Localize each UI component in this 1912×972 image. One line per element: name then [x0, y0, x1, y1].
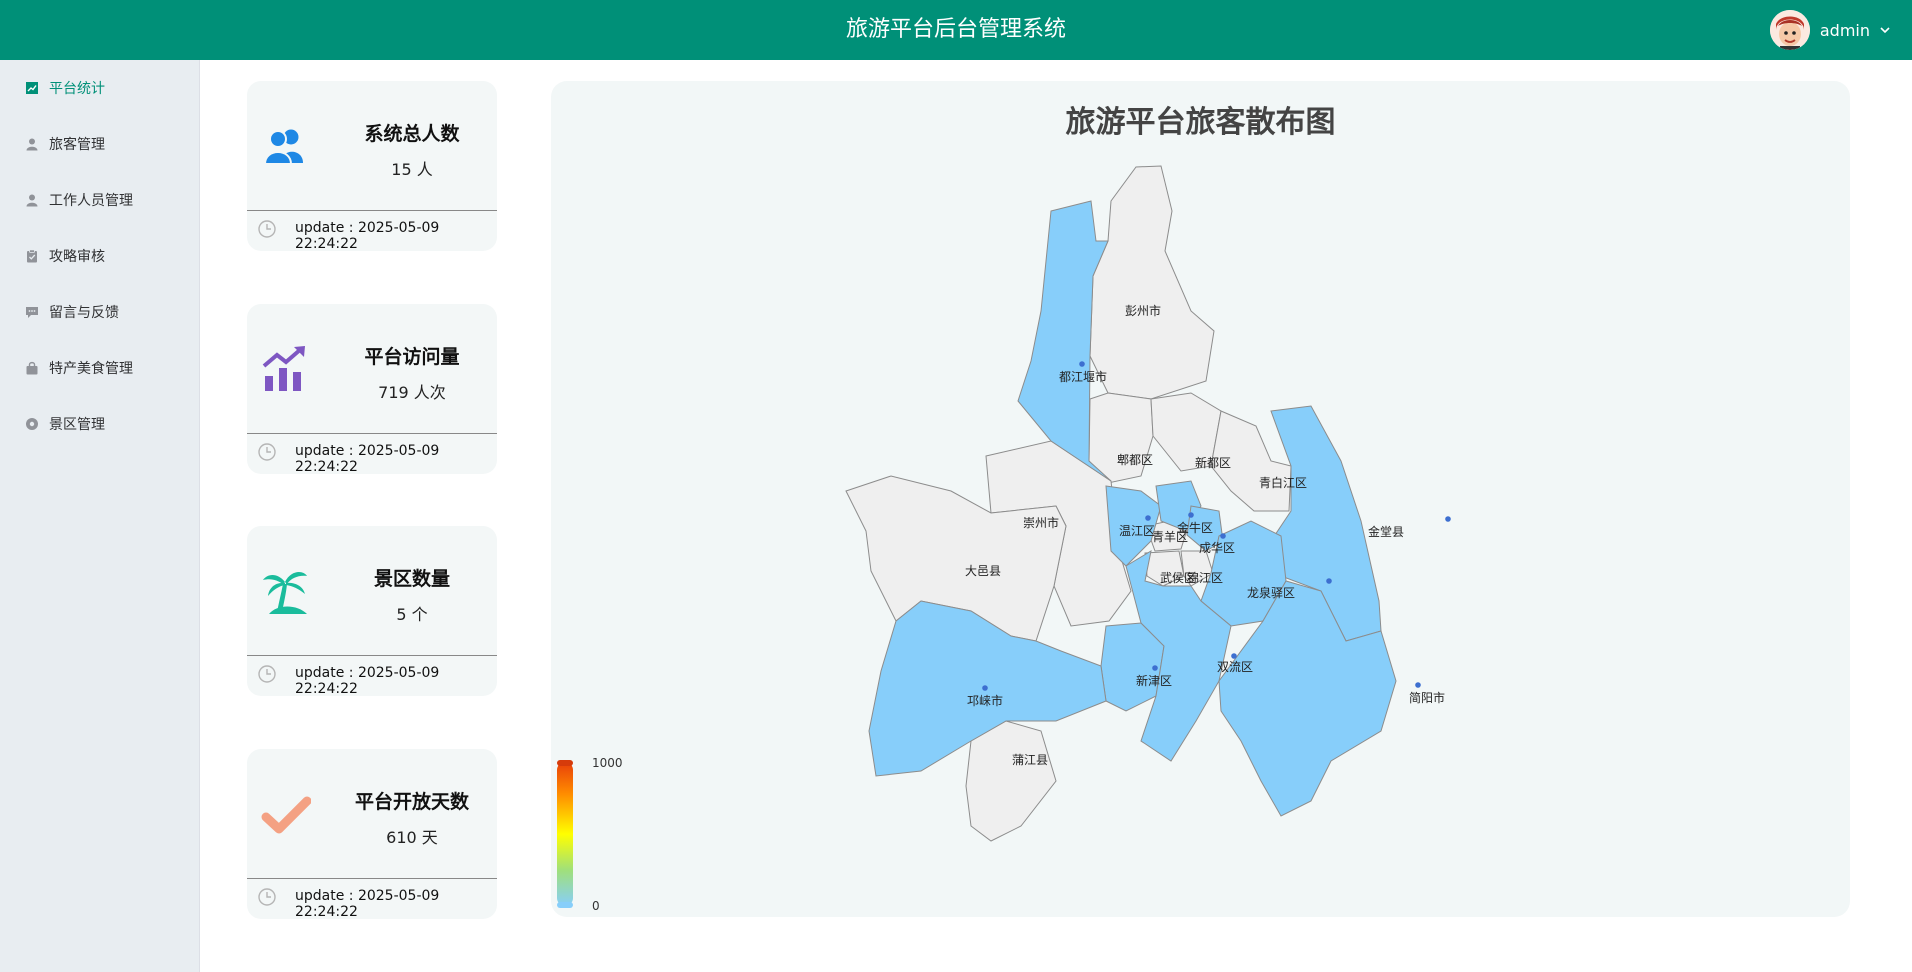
- region-label: 邛崃市: [967, 693, 1003, 708]
- card-value: 719 人次: [378, 383, 446, 402]
- region-label: 郫都区: [1117, 452, 1153, 467]
- map-point: [1145, 515, 1151, 521]
- card-divider: [247, 433, 497, 434]
- card-divider: [247, 210, 497, 211]
- region-label: 崇州市: [1023, 515, 1059, 530]
- card-value: 15 人: [391, 160, 433, 179]
- user-icon: [24, 136, 40, 152]
- legend-min-label: 0: [592, 899, 600, 913]
- map-point: [1152, 665, 1158, 671]
- visual-map-legend[interactable]: [557, 760, 573, 908]
- users-icon: [263, 129, 303, 165]
- sidebar-item-label: 特产美食管理: [49, 361, 133, 377]
- card-value: 610 天: [386, 828, 438, 847]
- sidebar-item-label: 留言与反馈: [49, 305, 119, 321]
- card-title: 平台访问量: [364, 346, 460, 368]
- region-label: 简阳市: [1409, 690, 1445, 705]
- clock-icon: [258, 888, 276, 906]
- sidebar-item-label: 平台统计: [49, 81, 105, 97]
- clock-icon: [258, 220, 276, 238]
- sidebar-item-scenic-spots[interactable]: 景区管理: [0, 396, 199, 452]
- app-title: 旅游平台后台管理系统: [845, 17, 1066, 42]
- chevron-down-icon[interactable]: [1878, 23, 1892, 37]
- sidebar: 平台统计 旅客管理 工作人员管理 攻略审核 留言与反馈 特产美食管理 景区管理: [0, 60, 200, 972]
- top-header: 旅游平台后台管理系统 admin: [0, 0, 1912, 60]
- region-label: 都江堰市: [1059, 369, 1107, 384]
- card-divider: [247, 878, 497, 879]
- card-update-time: update : 2025-05-09 22:24:22: [295, 888, 440, 919]
- chart-icon: [24, 80, 40, 96]
- avatar[interactable]: [1769, 10, 1810, 50]
- sidebar-item-staff[interactable]: 工作人员管理: [0, 172, 199, 228]
- compass-icon: [24, 416, 40, 432]
- region-label: 蒲江县: [1012, 753, 1048, 767]
- map-point: [1188, 512, 1194, 518]
- bag-icon: [24, 360, 40, 376]
- region-label: 金堂县: [1368, 524, 1404, 539]
- sidebar-item-label: 攻略审核: [49, 249, 105, 265]
- legend-max-label: 1000: [592, 756, 623, 770]
- card-update-time: update : 2025-05-09 22:24:22: [295, 220, 440, 251]
- region-label: 新津区: [1136, 673, 1172, 688]
- region-label: 龙泉驿区: [1247, 586, 1295, 600]
- chengdu-map[interactable]: 彭州市 都江堰市 郫都区 新都区 青白江区 崇州市 温江区 金牛区 青羊区 成华…: [551, 81, 1850, 917]
- region-label: 青羊区: [1152, 529, 1188, 544]
- map-point: [1445, 516, 1451, 522]
- sidebar-item-specialty-food[interactable]: 特产美食管理: [0, 340, 199, 396]
- sidebar-item-label: 景区管理: [49, 417, 105, 433]
- card-title: 景区数量: [373, 568, 450, 590]
- region-label: 青白江区: [1259, 475, 1307, 490]
- region-label: 成华区: [1199, 541, 1235, 555]
- card-update-time: update : 2025-05-09 22:24:22: [295, 665, 440, 696]
- region-pujiang[interactable]: [965, 720, 1057, 842]
- region-label: 大邑县: [965, 564, 1001, 578]
- message-icon: [24, 304, 40, 320]
- map-point: [982, 685, 988, 691]
- stat-card-visits: 平台访问量 719 人次 update : 2025-05-09 22:24:2…: [247, 304, 497, 474]
- region-label: 锦江区: [1187, 571, 1223, 585]
- stat-card-total-users: 系统总人数 15 人 update : 2025-05-09 22:24:22: [247, 81, 497, 251]
- avatar-icon: [1769, 10, 1810, 50]
- sidebar-item-guide-review[interactable]: 攻略审核: [0, 228, 199, 284]
- card-title: 系统总人数: [364, 123, 460, 145]
- region-label: 双流区: [1217, 660, 1253, 674]
- card-value: 5 个: [396, 605, 428, 624]
- sidebar-item-statistics[interactable]: 平台统计: [0, 60, 199, 116]
- user-icon: [24, 192, 40, 208]
- sidebar-item-label: 工作人员管理: [49, 193, 133, 209]
- username[interactable]: admin: [1820, 21, 1870, 40]
- clock-icon: [258, 665, 276, 683]
- map-point: [1415, 682, 1421, 688]
- clock-icon: [258, 443, 276, 461]
- check-icon: [261, 796, 311, 834]
- region-label: 温江区: [1119, 524, 1155, 538]
- card-title: 平台开放天数: [354, 791, 469, 813]
- clipboard-icon: [24, 248, 40, 264]
- map-point: [1231, 653, 1237, 659]
- card-divider: [247, 655, 497, 656]
- map-point: [1326, 578, 1332, 584]
- palm-tree-icon: [263, 572, 307, 614]
- region-label: 彭州市: [1125, 303, 1161, 318]
- stat-card-scenic-count: 景区数量 5 个 update : 2025-05-09 22:24:22: [247, 526, 497, 696]
- region-pengzhou[interactable]: [1089, 165, 1215, 400]
- trending-chart-icon: [262, 346, 305, 391]
- user-menu[interactable]: admin: [1769, 10, 1892, 50]
- region-label: 新都区: [1195, 455, 1231, 470]
- card-update-time: update : 2025-05-09 22:24:22: [295, 443, 440, 474]
- map-point: [1079, 361, 1085, 367]
- sidebar-item-tourists[interactable]: 旅客管理: [0, 116, 199, 172]
- map-panel: 旅游平台旅客散布图 彭州市 都江堰市 郫都区 新都区 青白江区 崇州市 温江区 …: [551, 81, 1850, 917]
- sidebar-item-feedback[interactable]: 留言与反馈: [0, 284, 199, 340]
- sidebar-item-label: 旅客管理: [49, 137, 105, 153]
- map-point: [1220, 533, 1226, 539]
- stat-card-open-days: 平台开放天数 610 天 update : 2025-05-09 22:24:2…: [247, 749, 497, 919]
